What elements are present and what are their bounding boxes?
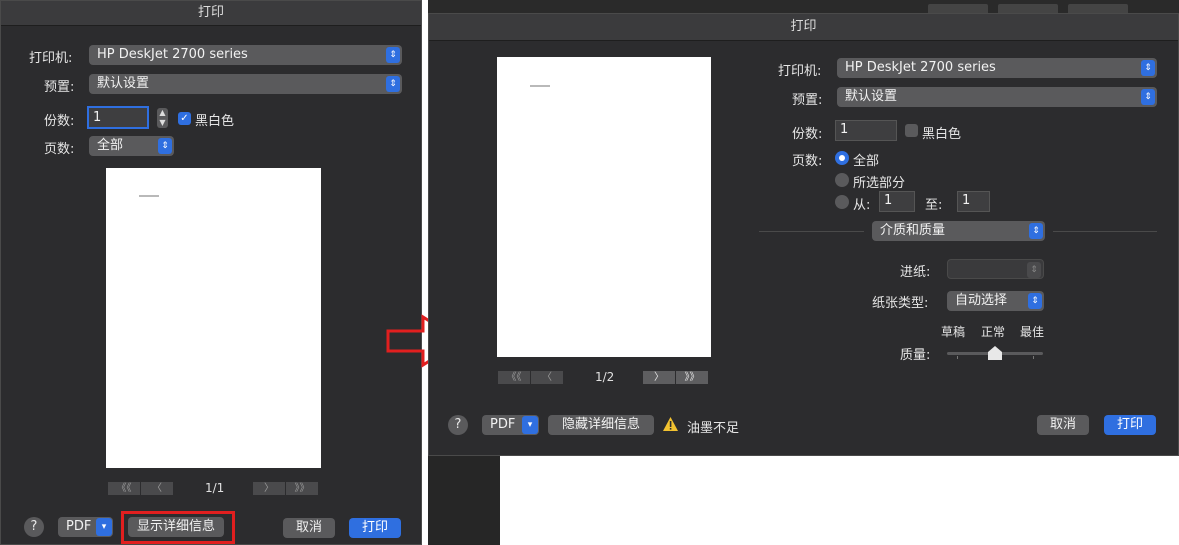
cancel-button[interactable]: 取消 xyxy=(1037,415,1089,435)
pages-label: 页数: xyxy=(792,154,823,169)
quality-best-label: 最佳 xyxy=(1020,325,1045,339)
copies-input[interactable]: 1 xyxy=(835,120,897,141)
pages-selection-radio[interactable] xyxy=(835,173,849,187)
chevron-updown-icon: ⇕ xyxy=(386,76,400,92)
pages-to-input[interactable]: 1 xyxy=(957,191,990,212)
chevron-updown-icon: ⇕ xyxy=(158,138,172,154)
printer-label: 打印机: xyxy=(778,64,822,79)
chevron-updown-icon: ⇕ xyxy=(1028,293,1042,309)
chevron-down-icon: ▾ xyxy=(96,518,112,536)
chevron-updown-icon: ⇕ xyxy=(1029,223,1043,239)
presets-label: 预置: xyxy=(792,93,823,108)
pages-label: 页数: xyxy=(44,142,75,157)
feed-select: ⇕ xyxy=(947,259,1044,279)
pdf-menu-button[interactable]: PDF ▾ xyxy=(482,415,539,435)
chevron-updown-icon: ⇕ xyxy=(386,47,400,63)
presets-select-value: 默认设置 xyxy=(845,89,898,104)
bw-label: 黑白色 xyxy=(922,127,962,142)
page-preview xyxy=(106,168,321,468)
section-separator-left xyxy=(759,231,864,232)
pages-selection-label: 所选部分 xyxy=(853,176,906,191)
quality-slider-tick-draft xyxy=(957,356,958,359)
quality-draft-label: 草稿 xyxy=(941,325,966,339)
paper-type-select[interactable]: 自动选择 ⇕ xyxy=(947,291,1044,311)
page-preview xyxy=(497,57,711,357)
next-page-button[interactable]: 〉 xyxy=(253,482,285,495)
chevron-updown-icon: ⇕ xyxy=(1141,89,1155,105)
warning-icon xyxy=(663,417,678,431)
print-dialog-compact: 打印 打印机: HP DeskJet 2700 series ⇕ 预置: 默认设… xyxy=(0,0,422,545)
chevron-down-icon: ▾ xyxy=(522,416,538,434)
last-page-button[interactable]: 》》 xyxy=(676,371,708,384)
printer-label: 打印机: xyxy=(29,51,73,66)
quality-label: 质量: xyxy=(900,348,931,363)
highlight-box xyxy=(121,511,235,544)
pdf-label: PDF xyxy=(66,519,92,534)
paper-type-label: 纸张类型: xyxy=(872,296,929,311)
presets-label: 预置: xyxy=(44,80,75,95)
slider-thumb-icon[interactable] xyxy=(987,345,1003,361)
pages-all-radio[interactable] xyxy=(835,151,849,165)
printer-select-value: HP DeskJet 2700 series xyxy=(845,60,996,75)
pages-from-input[interactable]: 1 xyxy=(879,191,915,212)
copies-input[interactable]: 1 xyxy=(87,106,149,129)
help-button[interactable]: ? xyxy=(24,517,44,537)
presets-select[interactable]: 默认设置 ⇕ xyxy=(89,74,402,94)
section-select-value: 介质和质量 xyxy=(880,223,946,238)
help-button[interactable]: ? xyxy=(448,415,468,435)
quality-slider-tick-best xyxy=(1033,356,1034,359)
bw-checkbox[interactable] xyxy=(905,124,918,137)
printer-select[interactable]: HP DeskJet 2700 series ⇕ xyxy=(89,45,402,65)
bw-checkbox[interactable]: ✓ xyxy=(178,112,191,125)
next-page-button[interactable]: 〉 xyxy=(643,371,675,384)
printer-select[interactable]: HP DeskJet 2700 series ⇕ xyxy=(837,58,1157,78)
print-button[interactable]: 打印 xyxy=(1104,415,1156,435)
presets-select-value: 默认设置 xyxy=(97,76,150,91)
copies-label: 份数: xyxy=(44,114,75,129)
cancel-button[interactable]: 取消 xyxy=(283,518,335,538)
section-separator-right xyxy=(1053,231,1157,232)
quality-slider[interactable] xyxy=(947,345,1043,361)
pdf-label: PDF xyxy=(490,417,516,432)
background-document xyxy=(500,456,1179,545)
quality-normal-label: 正常 xyxy=(981,325,1006,339)
print-button[interactable]: 打印 xyxy=(349,518,401,538)
pages-from-label: 从: xyxy=(853,198,871,213)
feed-label: 进纸: xyxy=(900,265,931,280)
pages-to-label: 至: xyxy=(925,198,943,213)
printer-select-value: HP DeskJet 2700 series xyxy=(97,47,248,62)
pages-all-label: 全部 xyxy=(853,154,880,169)
section-select[interactable]: 介质和质量 ⇕ xyxy=(872,221,1045,241)
background-sidebar xyxy=(428,456,500,545)
copies-stepper[interactable]: ▲ ▼ xyxy=(157,108,168,128)
first-page-button[interactable]: 《《 xyxy=(498,371,530,384)
pdf-menu-button[interactable]: PDF ▾ xyxy=(58,517,113,537)
dialog-title: 打印 xyxy=(429,14,1178,41)
copies-label: 份数: xyxy=(792,127,823,142)
chevron-updown-icon: ⇕ xyxy=(1027,262,1041,278)
paper-type-select-value: 自动选择 xyxy=(955,293,1008,308)
warning-text: 油墨不足 xyxy=(687,421,740,436)
page-indicator: 1/2 xyxy=(595,370,615,384)
bw-label: 黑白色 xyxy=(195,114,235,129)
presets-select[interactable]: 默认设置 ⇕ xyxy=(837,87,1157,107)
prev-page-button[interactable]: 〈 xyxy=(141,482,173,495)
prev-page-button[interactable]: 〈 xyxy=(531,371,563,384)
pages-select[interactable]: 全部 ⇕ xyxy=(89,136,174,156)
page-indicator: 1/1 xyxy=(205,481,225,495)
first-page-button[interactable]: 《《 xyxy=(108,482,140,495)
last-page-button[interactable]: 》》 xyxy=(286,482,318,495)
pages-range-radio[interactable] xyxy=(835,195,849,209)
chevron-updown-icon: ⇕ xyxy=(1141,60,1155,76)
print-dialog-expanded: 打印 《《 〈 1/2 〉 》》 打印机: HP DeskJet 2700 se… xyxy=(428,13,1179,456)
hide-details-button[interactable]: 隐藏详细信息 xyxy=(548,415,654,435)
pages-select-value: 全部 xyxy=(97,138,124,153)
dialog-title: 打印 xyxy=(1,1,421,26)
